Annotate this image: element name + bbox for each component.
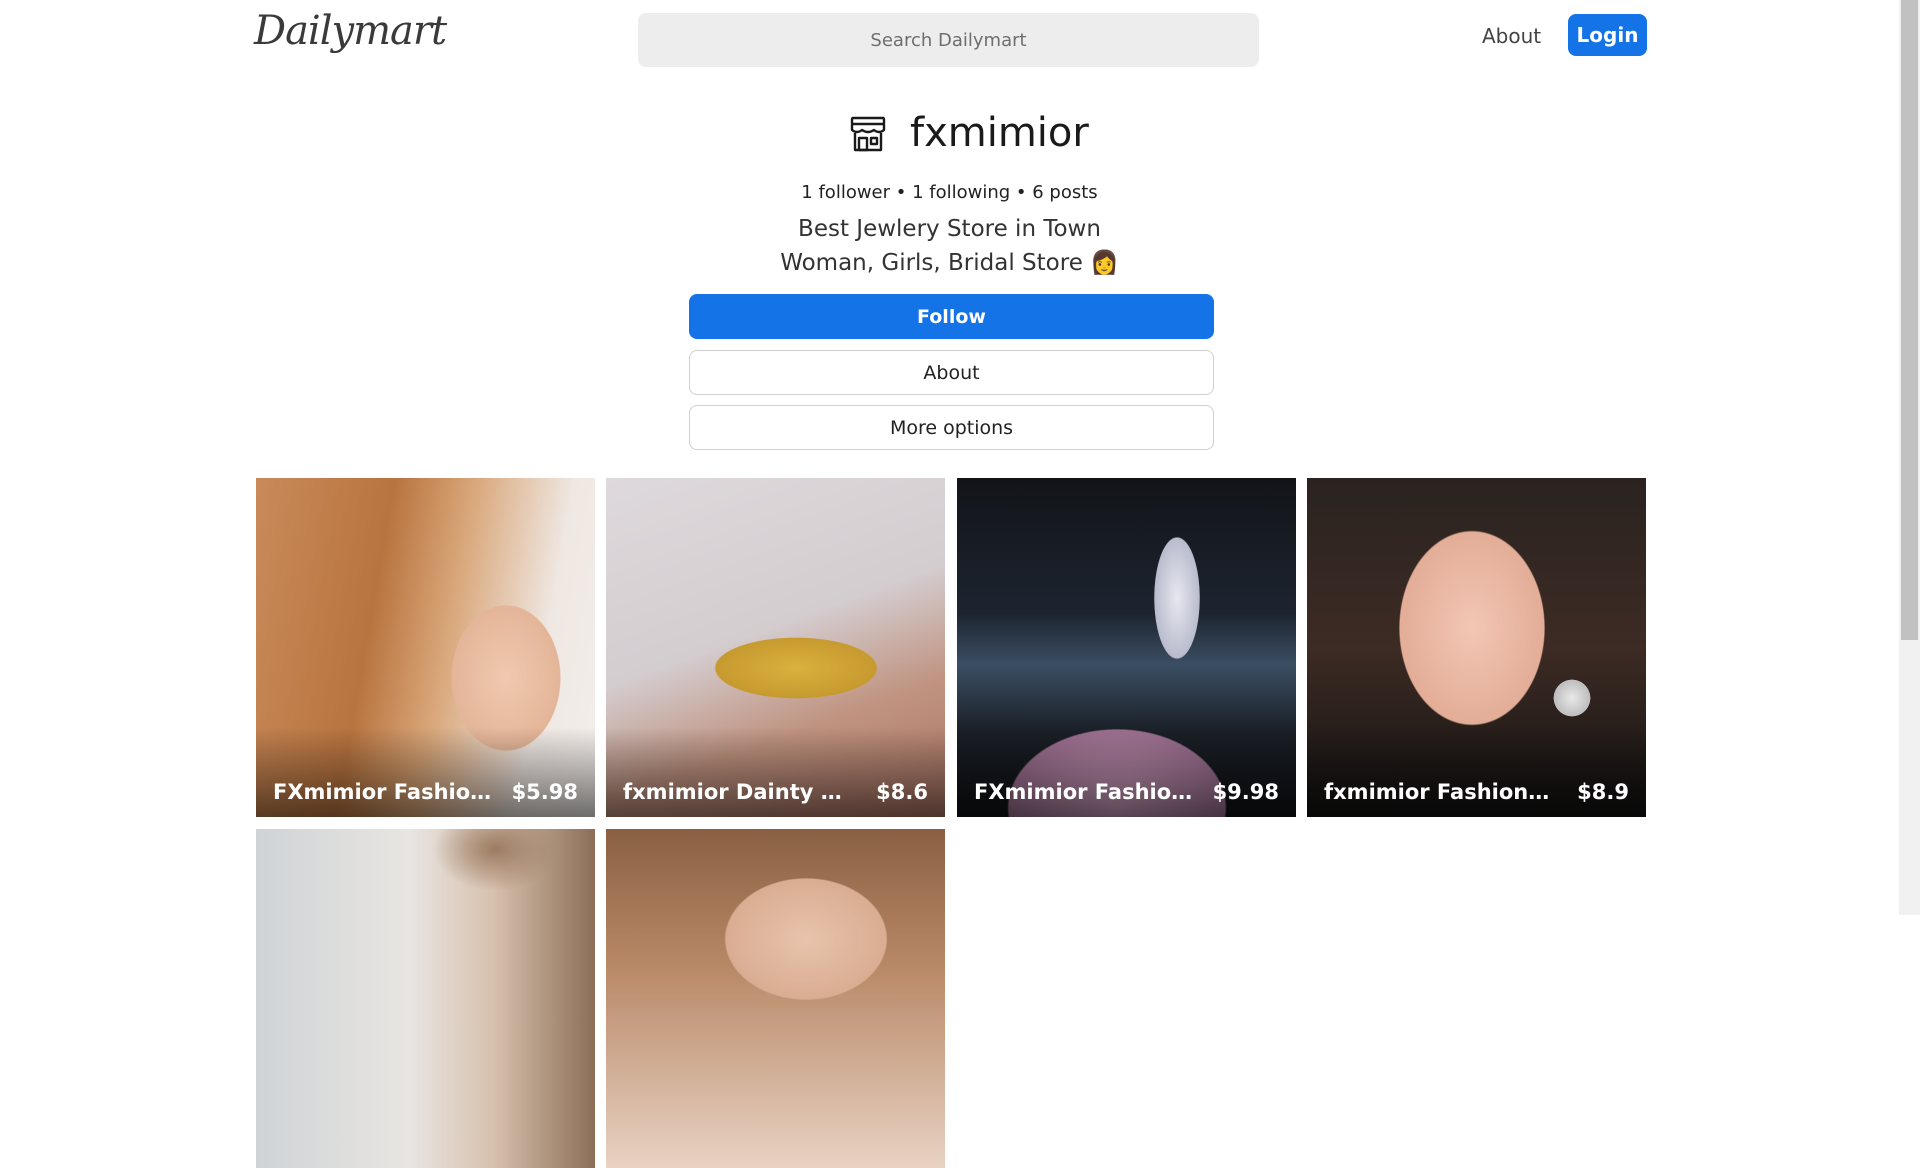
product-price: $8.6	[876, 780, 928, 804]
login-button[interactable]: Login	[1568, 14, 1647, 56]
page-scrollbar[interactable]	[1899, 0, 1920, 915]
product-price: $8.9	[1577, 780, 1629, 804]
product-price: $9.98	[1212, 780, 1279, 804]
store-name: fxmimior	[910, 110, 1089, 156]
product-image	[606, 829, 945, 1168]
follow-button[interactable]: Follow	[689, 294, 1214, 339]
product-image	[256, 829, 595, 1168]
product-card[interactable]: FXmimior Fashion W... $5.98	[256, 478, 595, 817]
product-card[interactable]: FXmimior Fashion W... $9.98	[957, 478, 1296, 817]
product-card[interactable]	[256, 829, 595, 1168]
product-card[interactable]: fxmimior Dainty Boho ... $8.6	[606, 478, 945, 817]
product-title: FXmimior Fashion W...	[273, 780, 503, 804]
more-options-button[interactable]: More options	[689, 405, 1214, 450]
search-input[interactable]	[638, 13, 1259, 67]
profile-bio-line-1: Best Jewlery Store in Town	[798, 216, 1101, 242]
about-button[interactable]: About	[689, 350, 1214, 395]
scrollbar-thumb[interactable]	[1901, 0, 1918, 640]
profile-bio-line-2: Woman, Girls, Bridal Store 👩	[780, 250, 1119, 276]
product-card[interactable]	[606, 829, 945, 1168]
product-title: FXmimior Fashion W...	[974, 780, 1204, 804]
nav-about-link[interactable]: About	[1482, 24, 1541, 48]
product-card[interactable]: fxmimior Fashion Wo... $8.9	[1307, 478, 1646, 817]
dailymart-logo[interactable]: Dailymart	[254, 8, 447, 54]
product-title: fxmimior Fashion Wo...	[1324, 780, 1554, 804]
product-title: fxmimior Dainty Boho ...	[623, 780, 853, 804]
storefront-icon	[850, 116, 886, 152]
profile-stats: 1 follower • 1 following • 6 posts	[801, 182, 1098, 203]
product-price: $5.98	[511, 780, 578, 804]
